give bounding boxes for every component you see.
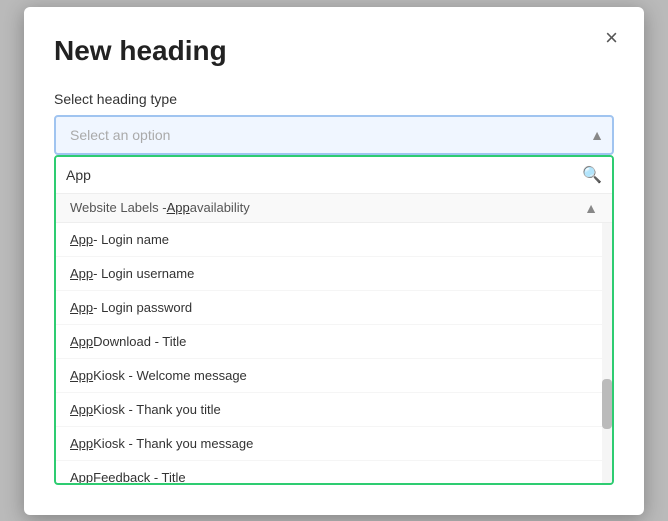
item-suffix: - Login name bbox=[93, 232, 169, 247]
list-item[interactable]: App Kiosk - Thank you message bbox=[56, 427, 612, 461]
close-button[interactable]: × bbox=[599, 25, 624, 51]
item-highlight: App bbox=[70, 334, 93, 349]
item-suffix: Kiosk - Thank you message bbox=[93, 436, 253, 451]
availability-prefix: Website Labels - bbox=[70, 200, 167, 215]
item-highlight: App bbox=[70, 300, 93, 315]
item-highlight: App bbox=[70, 436, 93, 451]
list-item[interactable]: App Download - Title bbox=[56, 325, 612, 359]
list-item[interactable]: App - Login username bbox=[56, 257, 612, 291]
item-suffix: - Login username bbox=[93, 266, 194, 281]
item-suffix: Kiosk - Welcome message bbox=[93, 368, 247, 383]
availability-suffix: availability bbox=[190, 200, 250, 215]
select-wrapper: Select an option ▲ bbox=[54, 115, 614, 155]
item-suffix: Feedback - Title bbox=[93, 470, 186, 483]
dropdown-scroll-wrapper: App - Login name App - Login username Ap… bbox=[56, 223, 612, 483]
dropdown-container: 🔍 Website Labels - App availability ▲ Ap… bbox=[54, 155, 614, 485]
availability-row: Website Labels - App availability ▲ bbox=[56, 194, 612, 223]
search-row: 🔍 bbox=[56, 157, 612, 194]
item-highlight: App bbox=[70, 368, 93, 383]
item-suffix: - Login password bbox=[93, 300, 192, 315]
modal-dialog: × New heading Select heading type Select… bbox=[24, 7, 644, 515]
list-item[interactable]: App Kiosk - Welcome message bbox=[56, 359, 612, 393]
list-item[interactable]: App Kiosk - Thank you title bbox=[56, 393, 612, 427]
item-suffix: Download - Title bbox=[93, 334, 186, 349]
select-placeholder: Select an option bbox=[70, 127, 170, 143]
select-display[interactable]: Select an option bbox=[54, 115, 614, 155]
scrollbar-track bbox=[602, 223, 612, 483]
item-highlight: App bbox=[70, 266, 93, 281]
list-item[interactable]: App Feedback - Title bbox=[56, 461, 612, 483]
item-suffix: Kiosk - Thank you title bbox=[93, 402, 221, 417]
select-label: Select heading type bbox=[54, 91, 614, 107]
scrollbar-thumb[interactable] bbox=[602, 379, 612, 429]
search-input[interactable] bbox=[66, 163, 582, 187]
item-highlight: App bbox=[70, 470, 93, 483]
dropdown-scroll[interactable]: App - Login name App - Login username Ap… bbox=[56, 223, 612, 483]
item-highlight: App bbox=[70, 232, 93, 247]
modal-title: New heading bbox=[54, 35, 614, 67]
availability-scroll-icon: ▲ bbox=[584, 200, 598, 216]
search-icon: 🔍 bbox=[582, 165, 602, 185]
modal-overlay: × New heading Select heading type Select… bbox=[0, 0, 668, 521]
availability-highlight: App bbox=[167, 200, 190, 215]
list-item[interactable]: App - Login password bbox=[56, 291, 612, 325]
list-item[interactable]: App - Login name bbox=[56, 223, 612, 257]
item-highlight: App bbox=[70, 402, 93, 417]
